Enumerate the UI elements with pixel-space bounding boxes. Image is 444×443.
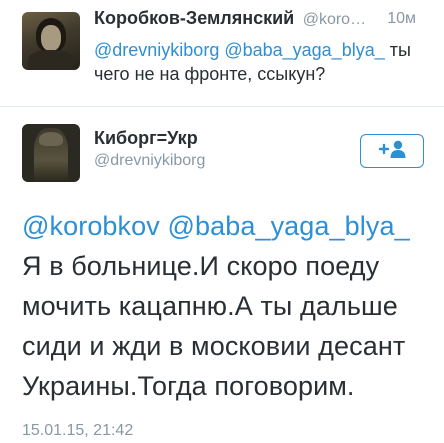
main-body-text: Я в больнице.И скоро поеду мочить кацапн…: [22, 251, 406, 401]
mention-link[interactable]: @korobkov: [22, 211, 160, 241]
follow-button[interactable]: [360, 134, 424, 168]
main-tweet-text: @korobkov @baba_yaga_blya_ Я в больнице.…: [22, 206, 432, 406]
add-user-icon: [377, 139, 407, 164]
tweet-timestamp: 15.01.15, 21:42: [22, 422, 134, 439]
main-author-handle[interactable]: @drevniykiborg: [94, 152, 205, 170]
reply-author-avatar[interactable]: [22, 12, 80, 70]
reply-text: @drevniykiborg @baba_yaga_blya_ ты чего …: [94, 38, 434, 86]
reply-tweet[interactable]: Коробков-Землянский @koro… 10м @drevniyk…: [0, 0, 444, 104]
avatar-helmet-shape: [39, 132, 63, 146]
reply-mentions[interactable]: @drevniykiborg @baba_yaga_blya_: [94, 40, 385, 60]
main-author-avatar[interactable]: [22, 124, 80, 182]
reply-header: Коробков-Землянский @koro… 10м: [94, 8, 432, 34]
avatar-body-shape: [28, 50, 74, 70]
avatar-face-shape: [41, 25, 61, 51]
mention-link[interactable]: @baba_yaga_blya_: [167, 211, 409, 241]
reply-time: 10м: [387, 10, 416, 27]
tweet-divider: [0, 106, 444, 107]
reply-author-handle[interactable]: @koro…: [303, 11, 366, 28]
reply-author-name[interactable]: Коробков-Землянский: [94, 8, 294, 28]
main-author-name[interactable]: Киборг=Укр: [94, 128, 198, 149]
